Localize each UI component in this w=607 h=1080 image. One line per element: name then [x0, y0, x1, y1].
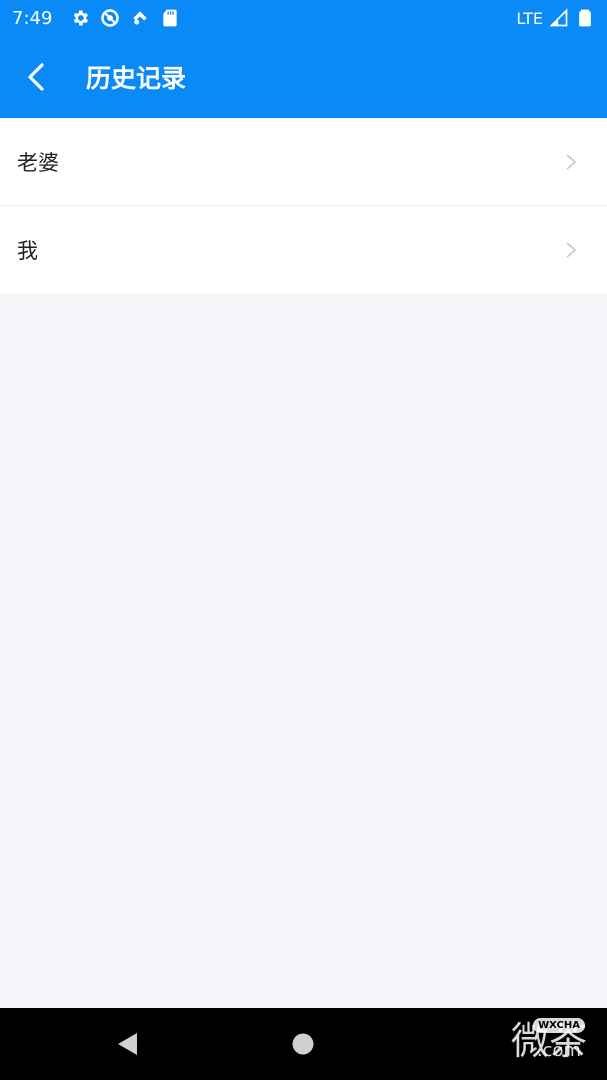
- battery-icon: [579, 9, 591, 27]
- history-item-label: 老婆: [17, 150, 59, 175]
- watermark-badge: WXCHA: [533, 1018, 585, 1033]
- watermark-domain: .com: [536, 1040, 581, 1061]
- history-item-label: 我: [17, 239, 38, 263]
- network-type: LTE: [516, 8, 543, 28]
- back-button[interactable]: [0, 36, 72, 118]
- signal-icon: [549, 8, 568, 27]
- settings-icon: [74, 10, 89, 26]
- nav-back-button[interactable]: [82, 1008, 172, 1080]
- nav-home-button[interactable]: [258, 1008, 348, 1080]
- chevron-right-icon: [566, 242, 577, 258]
- page-title: 历史记录: [86, 64, 187, 93]
- history-list: 老婆 我: [0, 118, 607, 294]
- app-bar: 历史记录: [0, 36, 607, 118]
- chevron-left-icon: [28, 63, 44, 91]
- do-not-disturb-icon: [101, 9, 120, 27]
- triangle-back-icon: [118, 1033, 137, 1055]
- watermark: 微茶 WXCHA .com: [511, 1010, 587, 1065]
- circle-home-icon: [292, 1033, 314, 1055]
- status-right: LTE: [516, 8, 595, 28]
- history-item-me[interactable]: 我: [0, 206, 607, 294]
- status-bar: 7:49 LTE: [0, 0, 607, 36]
- status-time: 7:49: [12, 7, 53, 29]
- sd-card-icon: [163, 9, 178, 27]
- wifi-calling-icon: [133, 11, 148, 25]
- status-left: 7:49: [12, 8, 180, 29]
- history-item-wife[interactable]: 老婆: [0, 118, 607, 206]
- chevron-right-icon: [566, 153, 577, 170]
